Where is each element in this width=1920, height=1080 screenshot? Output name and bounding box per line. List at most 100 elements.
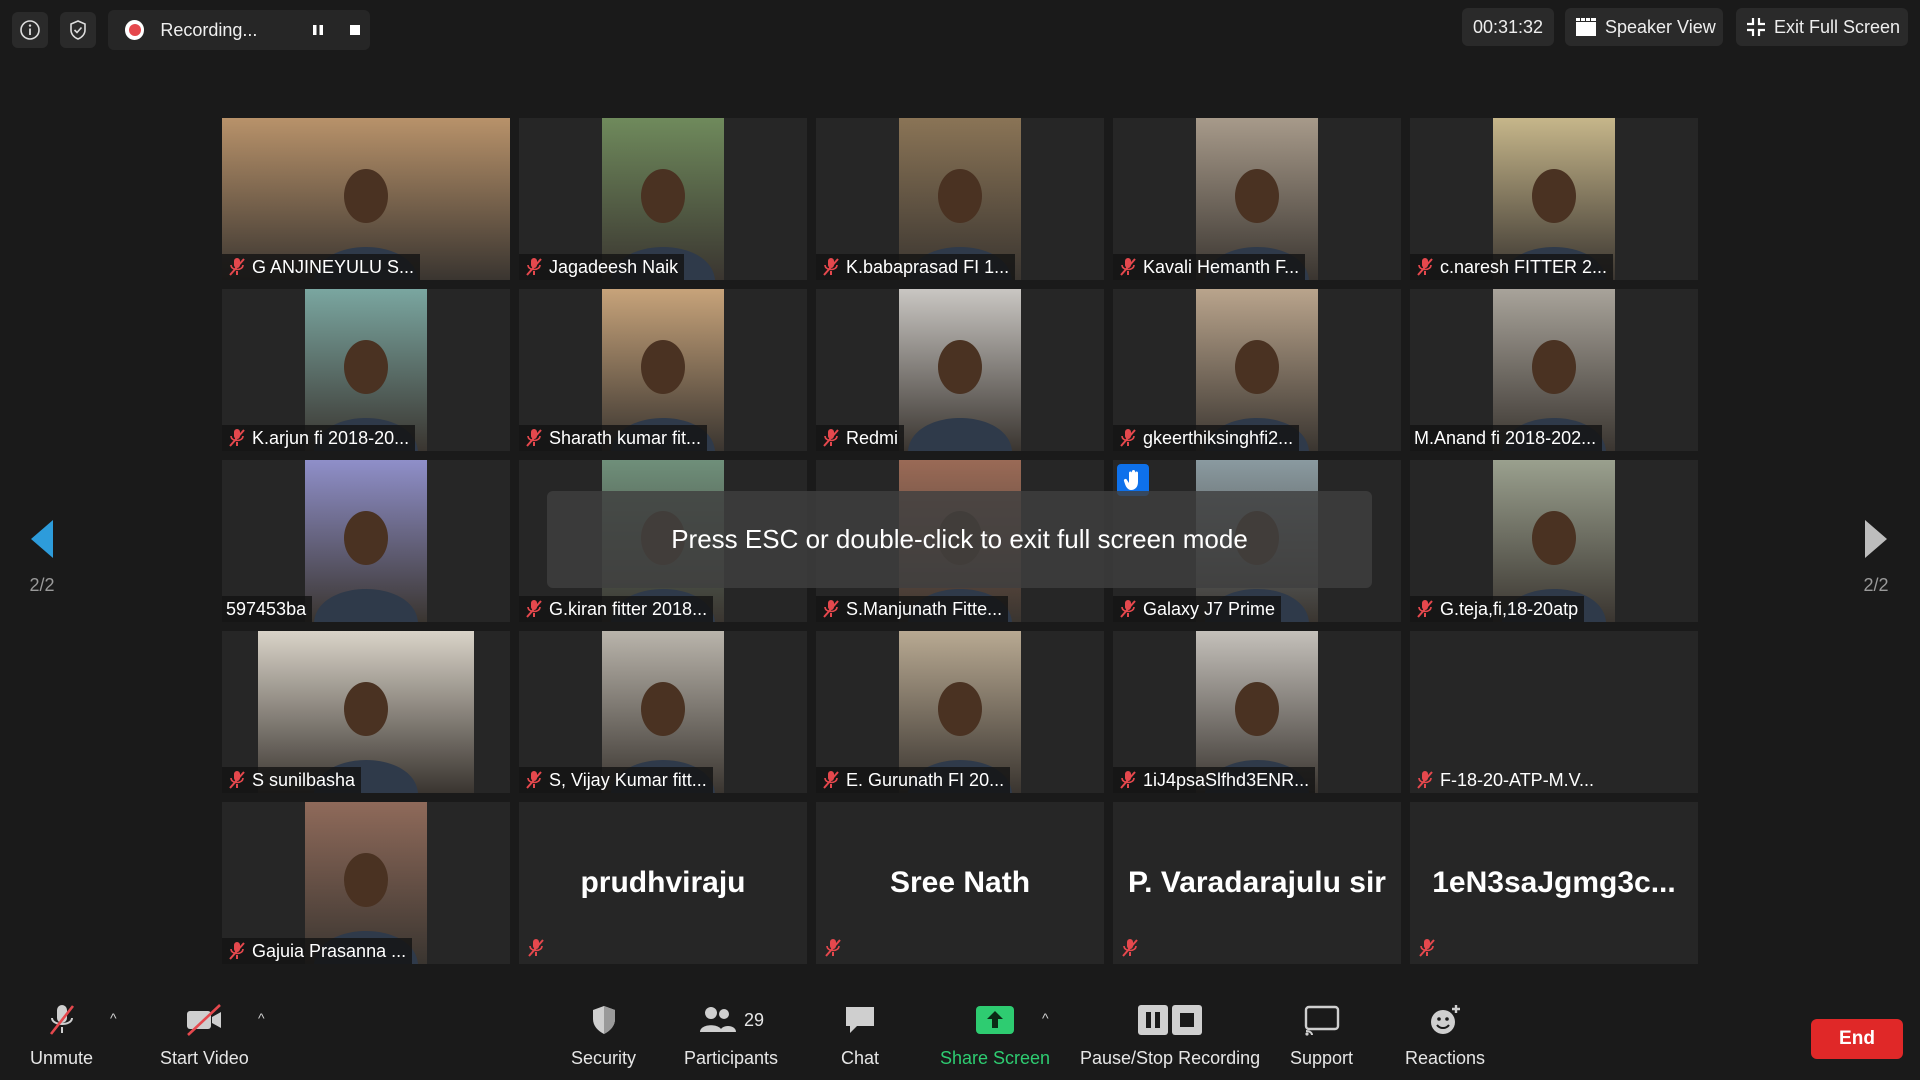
participant-name-label: M.Anand fi 2018-202... <box>1410 425 1603 451</box>
muted-mic-icon <box>1117 428 1139 448</box>
video-options-caret-icon[interactable]: ^ <box>258 1010 265 1026</box>
participant-video <box>305 460 427 622</box>
participant-name: S.Manjunath Fitte... <box>846 598 1003 619</box>
participant-tile[interactable]: 597453ba <box>222 460 510 622</box>
unmute-button[interactable]: Unmute <box>30 998 93 1069</box>
participant-name-label: Gajuia Prasanna ... <box>222 938 413 964</box>
participant-tile[interactable]: c.naresh FITTER 2... <box>1410 118 1698 280</box>
speaker-view-icon <box>1575 17 1597 37</box>
participant-name: G.teja,fi,18-20atp <box>1440 598 1579 619</box>
participant-display-name: 1eN3saJgmg3c... <box>1432 866 1676 899</box>
participant-name: G ANJINEYULU S... <box>252 256 415 277</box>
share-screen-label: Share Screen <box>940 1048 1051 1068</box>
meeting-toolbar: Unmute ^ Start Video ^ Security 29 Parti… <box>0 992 1920 1080</box>
support-label: Support <box>1290 1048 1354 1068</box>
participant-tile[interactable]: 1eN3saJgmg3c... <box>1410 802 1698 964</box>
info-icon[interactable] <box>12 12 48 48</box>
participant-tile[interactable]: E. Gurunath FI 20... <box>816 631 1104 793</box>
muted-mic-icon <box>820 770 842 790</box>
participant-name: 1iJ4psaSlfhd3ENR... <box>1143 769 1310 790</box>
video-off-icon <box>184 998 224 1042</box>
pause-stop-recording-button[interactable]: Pause/Stop Recording <box>1080 998 1260 1069</box>
exit-full-screen-button[interactable]: Exit Full Screen <box>1736 8 1908 46</box>
reactions-smiley-icon <box>1427 998 1463 1042</box>
muted-mic-icon <box>523 428 545 448</box>
participant-tile[interactable]: Gajuia Prasanna ... <box>222 802 510 964</box>
participant-name: Sharath kumar fit... <box>549 427 702 448</box>
participant-tile[interactable]: K.babaprasad FI 1... <box>816 118 1104 280</box>
chat-label: Chat <box>841 1048 880 1068</box>
pause-recording-button[interactable] <box>304 15 333 45</box>
participant-name: Gajuia Prasanna ... <box>252 940 407 961</box>
participant-tile[interactable]: Kavali Hemanth F... <box>1113 118 1401 280</box>
top-bar: Recording... 00:31:32 Speaker View Exit … <box>0 0 1920 60</box>
participant-name-label: S.Manjunath Fitte... <box>816 596 1009 622</box>
participant-name: gkeerthiksinghfi2... <box>1143 427 1294 448</box>
participant-tile[interactable]: Redmi <box>816 289 1104 451</box>
participant-name: F-18-20-ATP-M.V... <box>1440 769 1595 790</box>
muted-mic-icon <box>1117 770 1139 790</box>
participant-name-label: gkeerthiksinghfi2... <box>1113 425 1300 451</box>
participant-tile[interactable]: Sree Nath <box>816 802 1104 964</box>
participant-tile[interactable]: 1iJ4psaSlfhd3ENR... <box>1113 631 1401 793</box>
stop-recording-button[interactable] <box>341 15 370 45</box>
participant-name-label: Kavali Hemanth F... <box>1113 254 1306 280</box>
participant-tile[interactable]: Jagadeesh Naik <box>519 118 807 280</box>
participant-name: G.kiran fitter 2018... <box>549 598 708 619</box>
participant-tile[interactable]: G ANJINEYULU S... <box>222 118 510 280</box>
reactions-button[interactable]: Reactions <box>1405 998 1485 1069</box>
participant-tile[interactable]: S sunilbasha <box>222 631 510 793</box>
muted-mic-icon <box>523 770 545 790</box>
right-arrow-icon[interactable] <box>1861 518 1891 560</box>
support-button[interactable]: Support <box>1290 998 1353 1069</box>
muted-mic-icon <box>822 938 844 958</box>
unmute-label: Unmute <box>30 1048 94 1068</box>
start-video-button[interactable]: Start Video <box>160 998 249 1069</box>
muted-mic-icon <box>1119 938 1141 958</box>
muted-mic-icon <box>820 599 842 619</box>
chat-button[interactable]: Chat <box>841 998 879 1069</box>
participant-tile[interactable]: prudhviraju <box>519 802 807 964</box>
shield-icon[interactable] <box>60 12 96 48</box>
muted-mic-icon <box>1414 599 1436 619</box>
muted-mic-icon <box>226 428 248 448</box>
left-arrow-icon[interactable] <box>27 518 57 560</box>
participant-name: Kavali Hemanth F... <box>1143 256 1300 277</box>
muted-mic-icon <box>820 428 842 448</box>
exit-full-screen-label: Exit Full Screen <box>1774 16 1901 37</box>
participant-name: c.naresh FITTER 2... <box>1440 256 1608 277</box>
participant-tile[interactable]: K.arjun fi 2018-20... <box>222 289 510 451</box>
participant-tile[interactable]: gkeerthiksinghfi2... <box>1113 289 1401 451</box>
share-options-caret-icon[interactable]: ^ <box>1042 1010 1049 1026</box>
participant-name: Redmi <box>846 427 899 448</box>
participant-name-label: G.kiran fitter 2018... <box>519 596 714 622</box>
audio-options-caret-icon[interactable]: ^ <box>110 1010 117 1026</box>
exit-fullscreen-icon <box>1746 17 1766 37</box>
participant-tile[interactable]: M.Anand fi 2018-202... <box>1410 289 1698 451</box>
speaker-view-button[interactable]: Speaker View <box>1565 8 1723 46</box>
share-screen-button[interactable]: Share Screen <box>940 998 1050 1069</box>
security-label: Security <box>571 1048 637 1068</box>
previous-page-nav[interactable]: 2/2 <box>12 518 72 596</box>
participant-tile[interactable]: S, Vijay Kumar fitt... <box>519 631 807 793</box>
muted-mic-icon <box>1414 257 1436 277</box>
participant-tile[interactable]: F-18-20-ATP-M.V... <box>1410 631 1698 793</box>
participant-name-label: K.arjun fi 2018-20... <box>222 425 416 451</box>
end-meeting-button[interactable]: End <box>1811 1019 1903 1059</box>
fullscreen-toast: Press ESC or double-click to exit full s… <box>547 491 1372 588</box>
start-video-label: Start Video <box>160 1048 249 1068</box>
participant-tile[interactable]: Sharath kumar fit... <box>519 289 807 451</box>
muted-mic-icon <box>46 998 78 1042</box>
security-button[interactable]: Security <box>571 998 636 1069</box>
page-indicator-right: 2/2 <box>1863 575 1889 595</box>
participant-tile[interactable]: P. Varadarajulu sir <box>1113 802 1401 964</box>
recording-indicator: Recording... <box>108 10 370 50</box>
participants-button[interactable]: 29 Participants <box>684 998 778 1069</box>
muted-mic-icon <box>525 938 547 958</box>
participant-name-label: G.teja,fi,18-20atp <box>1410 596 1585 622</box>
recording-dot-icon <box>125 20 145 40</box>
chat-bubble-icon <box>843 998 877 1042</box>
muted-mic-icon <box>1414 770 1436 790</box>
next-page-nav[interactable]: 2/2 <box>1846 518 1906 596</box>
participant-tile[interactable]: G.teja,fi,18-20atp <box>1410 460 1698 622</box>
